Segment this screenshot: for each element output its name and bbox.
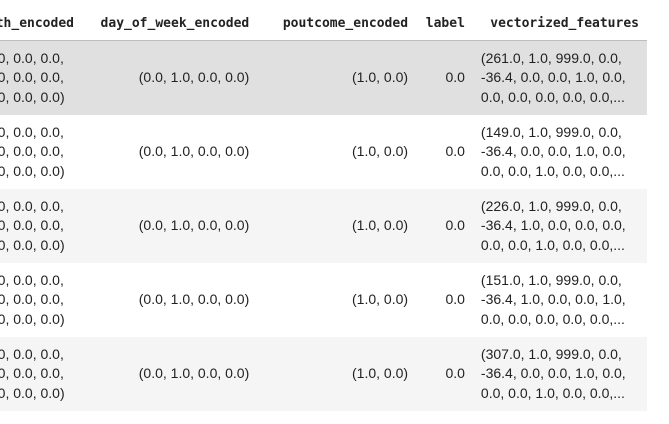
table-row[interactable]: 1.0, 0.0, 0.0, 0.0, 0.0, 0.0, 0.0, 0.0, … [0, 189, 647, 263]
table-row[interactable]: 1.0, 0.0, 0.0, 0.0, 0.0, 0.0, 0.0, 0.0, … [0, 337, 647, 411]
poutcome-encoded-cell: (1.0, 0.0) [257, 115, 417, 189]
dataframe-table: th_encoded day_of_week_encoded poutcome_… [0, 6, 647, 411]
month-encoded-cell: 1.0, 0.0, 0.0, 0.0, 0.0, 0.0, 0.0, 0.0, … [0, 40, 82, 115]
vectorized-features-cell: (151.0, 1.0, 999.0, 0.0, -36.4, 1.0, 0.0… [472, 263, 647, 337]
day-of-week-encoded-cell: (0.0, 1.0, 0.0, 0.0) [82, 40, 258, 115]
day-of-week-encoded-cell: (0.0, 1.0, 0.0, 0.0) [82, 337, 258, 411]
vectorized-features-cell: (149.0, 1.0, 999.0, 0.0, -36.4, 0.0, 0.0… [472, 115, 647, 189]
day-of-week-encoded-cell: (0.0, 1.0, 0.0, 0.0) [82, 263, 258, 337]
poutcome-encoded-cell: (1.0, 0.0) [257, 189, 417, 263]
month-encoded-cell: 1.0, 0.0, 0.0, 0.0, 0.0, 0.0, 0.0, 0.0, … [0, 263, 82, 337]
vectorized-features-cell: (261.0, 1.0, 999.0, 0.0, -36.4, 0.0, 0.0… [472, 40, 647, 115]
label-cell: 0.0 [416, 115, 473, 189]
table-row[interactable]: 1.0, 0.0, 0.0, 0.0, 0.0, 0.0, 0.0, 0.0, … [0, 115, 647, 189]
poutcome-encoded-cell: (1.0, 0.0) [257, 40, 417, 115]
poutcome-encoded-cell: (1.0, 0.0) [257, 263, 417, 337]
month-encoded-cell: 1.0, 0.0, 0.0, 0.0, 0.0, 0.0, 0.0, 0.0, … [0, 115, 82, 189]
month-encoded-cell: 1.0, 0.0, 0.0, 0.0, 0.0, 0.0, 0.0, 0.0, … [0, 337, 82, 411]
column-header-label: label [416, 6, 473, 41]
column-header-poutcome-encoded: poutcome_encoded [257, 6, 417, 41]
column-header-day-of-week-encoded: day_of_week_encoded [82, 6, 258, 41]
label-cell: 0.0 [416, 263, 473, 337]
day-of-week-encoded-cell: (0.0, 1.0, 0.0, 0.0) [82, 189, 258, 263]
table-row[interactable]: 1.0, 0.0, 0.0, 0.0, 0.0, 0.0, 0.0, 0.0, … [0, 263, 647, 337]
header-row: th_encoded day_of_week_encoded poutcome_… [0, 6, 647, 41]
label-cell: 0.0 [416, 337, 473, 411]
vectorized-features-cell: (226.0, 1.0, 999.0, 0.0, -36.4, 1.0, 0.0… [472, 189, 647, 263]
dataframe-output: th_encoded day_of_week_encoded poutcome_… [0, 0, 669, 424]
label-cell: 0.0 [416, 189, 473, 263]
label-cell: 0.0 [416, 40, 473, 115]
poutcome-encoded-cell: (1.0, 0.0) [257, 337, 417, 411]
month-encoded-cell: 1.0, 0.0, 0.0, 0.0, 0.0, 0.0, 0.0, 0.0, … [0, 189, 82, 263]
day-of-week-encoded-cell: (0.0, 1.0, 0.0, 0.0) [82, 115, 258, 189]
table-row[interactable]: 1.0, 0.0, 0.0, 0.0, 0.0, 0.0, 0.0, 0.0, … [0, 40, 647, 115]
column-header-month-encoded: th_encoded [0, 6, 82, 41]
vectorized-features-cell: (307.0, 1.0, 999.0, 0.0, -36.4, 0.0, 0.0… [472, 337, 647, 411]
column-header-vectorized-features: vectorized_features [472, 6, 647, 41]
